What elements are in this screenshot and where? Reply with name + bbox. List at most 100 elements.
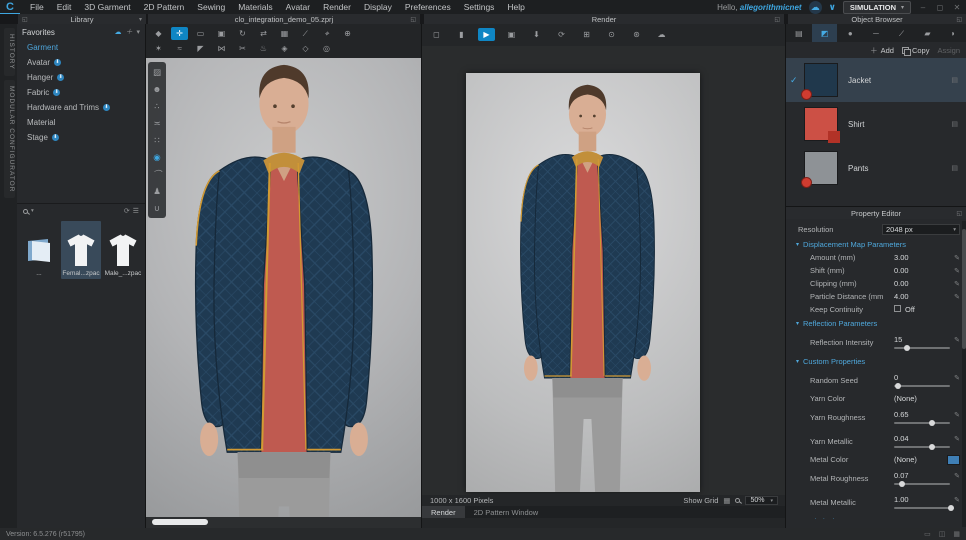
resolution-select[interactable]: 2048 px▾ (882, 224, 960, 235)
fabric-swatch[interactable] (804, 107, 838, 141)
checkbox-icon[interactable] (894, 305, 901, 312)
amount-value[interactable]: 3.00 (894, 253, 950, 262)
library-item[interactable]: Garment ⬇ (17, 40, 145, 55)
window-close-icon[interactable]: ✕ (952, 3, 962, 12)
rotate-pattern-icon[interactable]: ↻ (234, 27, 251, 40)
edit-pencil-icon[interactable]: ✎ (950, 374, 960, 382)
sewing-tool-icon[interactable]: ≈ (171, 42, 188, 55)
section-displacement[interactable]: ▾Displacement Map Parameters (786, 237, 966, 251)
fold-arrangement-icon[interactable]: ◤ (192, 42, 209, 55)
chevron-down-icon[interactable]: ▾ (31, 208, 34, 214)
menu-item[interactable]: Help (507, 2, 524, 12)
add-button[interactable]: ＋Add (870, 45, 894, 56)
edit-pencil-icon[interactable]: ✎ (950, 411, 960, 419)
scissors-icon[interactable]: ✂ (234, 42, 251, 55)
scrollbar-thumb[interactable] (962, 229, 966, 349)
edit-pencil-icon[interactable]: ✎ (950, 267, 960, 275)
panel-detach-icon[interactable]: ◱ (410, 16, 416, 23)
document-tab[interactable]: clo_integration_demo_05.zprj ◱ (148, 14, 420, 24)
search-icon[interactable] (23, 209, 28, 214)
assign-button[interactable]: Assign (937, 46, 960, 55)
menu-item[interactable]: 3D Garment (84, 2, 130, 12)
render-image-icon[interactable]: ▣ (503, 28, 520, 41)
clo-set-icon[interactable]: ∨ (829, 2, 836, 13)
library-item[interactable]: Hardware and Trims ⬇ (17, 100, 145, 115)
modular-configurator-rail-tab[interactable]: MODULAR CONFIGURATOR (4, 80, 15, 198)
clo-logo[interactable]: C (0, 0, 20, 14)
list-view-icon[interactable]: ☰ (133, 207, 139, 215)
zoom-icon[interactable] (735, 498, 740, 503)
avatar-head-icon[interactable]: ☻ (148, 82, 166, 96)
texture-edit-icon[interactable]: ▦ (276, 27, 293, 40)
3d-horizontal-scrollbar[interactable] (146, 517, 422, 528)
zoom-level-select[interactable]: 50% ▾ (745, 496, 778, 505)
render-canvas[interactable] (422, 46, 786, 495)
section-technical[interactable]: ▸Technical Parameters (786, 514, 966, 519)
seam-display-icon[interactable]: ⌒ (148, 167, 166, 181)
grid-checkbox-icon[interactable]: ▦ (723, 496, 730, 505)
menu-item[interactable]: Avatar (286, 2, 310, 12)
chevron-down-icon[interactable]: ▾ (139, 16, 142, 23)
library-item[interactable]: Hanger ⬇ (17, 70, 145, 85)
reflection-intensity-slider[interactable] (894, 347, 950, 349)
3d-stage[interactable]: ▨☻∴≍∷◉⌒♟∪ (146, 58, 422, 528)
metal-color-value[interactable]: (None) (894, 455, 943, 464)
history-rail-tab[interactable]: HISTORY (4, 28, 15, 76)
fabric-swatch[interactable] (804, 151, 838, 185)
edit-pencil-icon[interactable]: ✎ (950, 336, 960, 344)
arrangement-points-icon[interactable]: ∴ (148, 99, 166, 113)
camera-add-icon[interactable]: ⊞ (578, 28, 595, 41)
add-user-icon[interactable]: ＋ (125, 27, 132, 37)
metal-roughness-value[interactable]: 0.07 (894, 471, 950, 480)
save-image-icon[interactable]: ⬇ (528, 28, 545, 41)
flip-pattern-icon[interactable]: ⇄ (255, 27, 272, 40)
library-panel-tab[interactable]: ◱ Library ▾ (18, 14, 146, 24)
metal-metallic-value[interactable]: 1.00 (894, 495, 950, 504)
library-thumbnail[interactable]: Femal...zpac (61, 221, 101, 279)
edit-pencil-icon[interactable]: ✎ (950, 254, 960, 262)
window-minimize-icon[interactable]: – (918, 3, 928, 12)
edit-pencil-icon[interactable]: ✎ (950, 280, 960, 288)
menu-item[interactable]: Render (323, 2, 351, 12)
menu-item[interactable]: Sewing (197, 2, 225, 12)
garment-row[interactable]: ✓ Jacket ▤ (786, 58, 966, 102)
username-link[interactable]: allegorithmicnet (740, 3, 802, 12)
property-editor-scrollbar[interactable] (962, 221, 966, 527)
cloud-render-icon[interactable]: ☁ (653, 28, 670, 41)
avatar-display-icon[interactable]: ♟ (148, 184, 166, 198)
tab-render-window[interactable]: Render (422, 506, 465, 518)
layout-single-icon[interactable]: ▭ (924, 530, 931, 538)
garment-row[interactable]: ✓ Pants ▤ (786, 146, 966, 190)
refresh-icon[interactable]: ⟳ (124, 207, 130, 215)
reflection-intensity-value[interactable]: 15 (894, 335, 950, 344)
library-item[interactable]: Avatar ⬇ (17, 55, 145, 70)
shoe-display-icon[interactable]: ∪ (148, 201, 166, 215)
metal-metallic-slider[interactable] (894, 507, 950, 509)
collapse-icon[interactable]: ▾ (136, 28, 140, 36)
steam-tool-icon[interactable]: ♨ (255, 42, 272, 55)
move-pattern-icon[interactable]: ▣ (213, 27, 230, 40)
copy-button[interactable]: Copy (902, 46, 930, 55)
garment-display-icon[interactable]: ◉ (148, 150, 166, 164)
tab-2d-pattern-window[interactable]: 2D Pattern Window (465, 506, 548, 518)
avatar-tape-icon[interactable]: ≍ (148, 116, 166, 130)
menu-item[interactable]: Edit (57, 2, 72, 12)
yarn-metallic-value[interactable]: 0.04 (894, 434, 950, 443)
library-thumbnail[interactable]: ... (19, 221, 59, 279)
bind-tool-icon[interactable]: ◎ (318, 42, 335, 55)
tab-more[interactable]: ◗ (940, 24, 966, 42)
pause-render-icon[interactable]: ▮ (453, 28, 470, 41)
tab-hardware[interactable]: ─ (863, 24, 889, 42)
section-custom[interactable]: ▾Custom Properties (786, 354, 966, 368)
menu-item[interactable]: File (30, 2, 44, 12)
tack-tool-icon[interactable]: ⋈ (213, 42, 230, 55)
yarn-color-value[interactable]: (None) (894, 394, 960, 403)
pin-tool-icon[interactable]: ⌖ (318, 27, 335, 40)
render-panel-tab[interactable]: Render ◱ (424, 14, 784, 24)
tab-fabric[interactable]: ● (837, 24, 863, 42)
section-reflection[interactable]: ▾Reflection Parameters (786, 316, 966, 330)
library-item[interactable]: Fabric ⬇ (17, 85, 145, 100)
scrollbar-thumb[interactable] (152, 519, 208, 525)
layout-split-icon[interactable]: ◫ (939, 530, 946, 538)
yarn-roughness-slider[interactable] (894, 422, 950, 424)
